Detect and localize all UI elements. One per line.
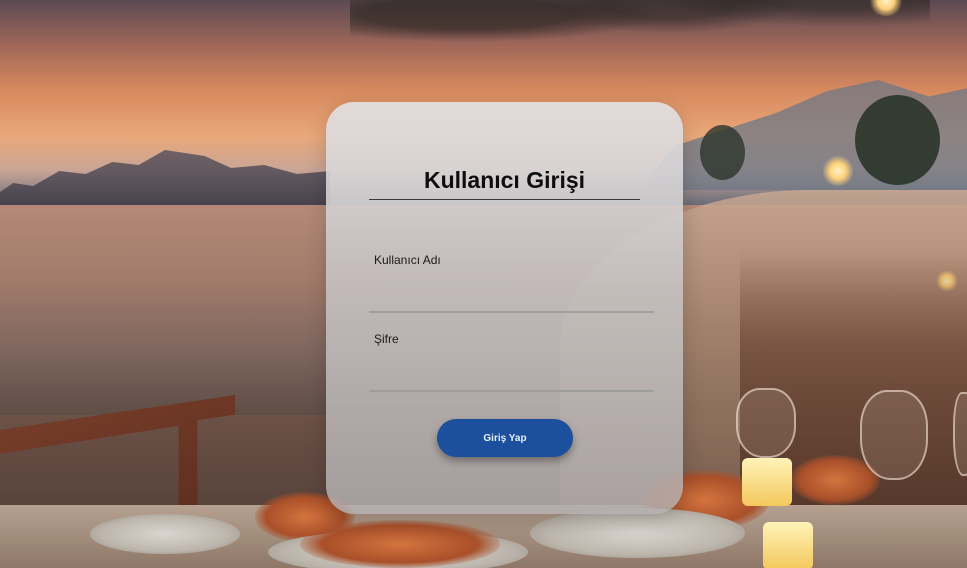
background-city: [0, 150, 330, 210]
password-input[interactable]: [369, 366, 654, 392]
background-plate: [90, 514, 240, 554]
background-leaves: [350, 0, 930, 80]
username-label: Kullanıcı Adı: [374, 253, 441, 267]
background-wine-glass: [860, 390, 928, 480]
title-divider: [369, 199, 640, 200]
background-tree-small: [700, 125, 745, 180]
background-tree: [855, 95, 940, 185]
background-light: [822, 155, 854, 187]
login-card: Kullanıcı Girişi Kullanıcı Adı Şifre Gir…: [326, 102, 683, 514]
background-bowl: [530, 508, 745, 558]
login-button[interactable]: Giriş Yap: [437, 419, 573, 457]
password-label: Şifre: [374, 332, 399, 346]
background-candle: [742, 458, 792, 506]
background-candle: [763, 522, 813, 568]
background-wine-glass: [953, 392, 967, 476]
background-wine-glass: [736, 388, 796, 458]
background-food: [300, 520, 500, 568]
login-title: Kullanıcı Girişi: [423, 167, 586, 193]
username-input[interactable]: [369, 287, 654, 313]
